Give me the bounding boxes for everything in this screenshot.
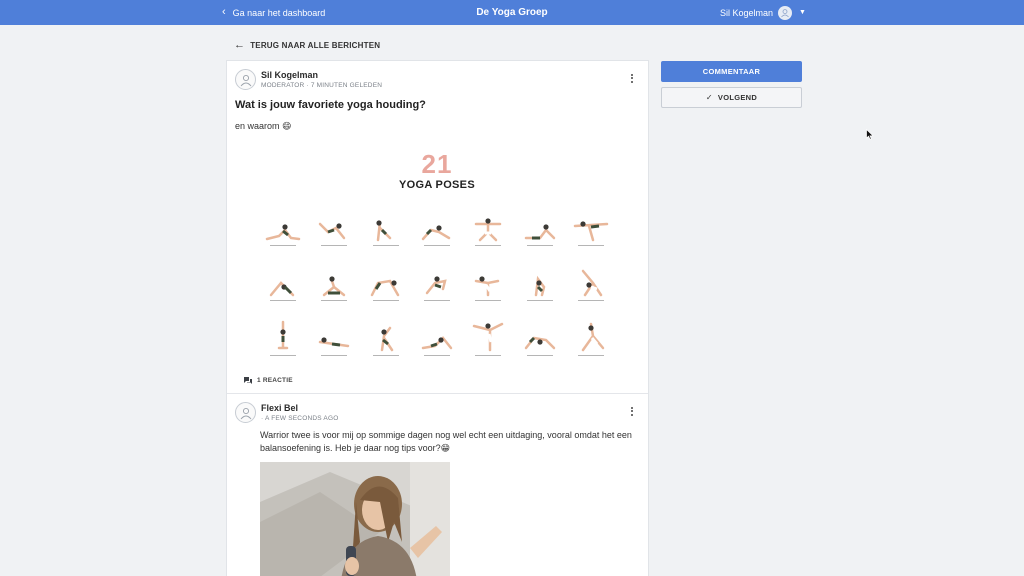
kebab-menu-icon[interactable]: [627, 71, 637, 85]
arrow-left-icon: ←: [234, 38, 246, 51]
top-bar: ‹ Ga naar het dashboard De Yoga Groep Si…: [0, 0, 1024, 25]
post-header: Sil Kogelman MODERATOR · 7 MINUTEN GELED…: [235, 69, 382, 90]
chevron-left-icon: ‹: [222, 6, 226, 18]
user-menu[interactable]: Sil Kogelman ▼: [720, 0, 806, 25]
yoga-pose-figure: [257, 256, 308, 301]
chat-bubbles-icon: [244, 377, 252, 384]
post-author-name[interactable]: Sil Kogelman: [261, 69, 382, 81]
reactions-link[interactable]: 1 REACTIE: [243, 376, 293, 385]
yoga-pose-figure: [257, 311, 308, 356]
yoga-pose-figure: [308, 256, 359, 301]
comment-author-name[interactable]: Flexi Bel: [261, 402, 338, 414]
yoga-pose-figure: [411, 256, 462, 301]
yoga-pose-figure: [360, 201, 411, 246]
comment-meta: · A FEW SECONDS AGO: [261, 415, 339, 422]
yoga-pose-figure: [566, 201, 617, 246]
user-avatar-icon[interactable]: [235, 402, 256, 423]
yoga-pose-figure: [514, 256, 565, 301]
post-card: Sil Kogelman MODERATOR · 7 MINUTEN GELED…: [226, 60, 649, 576]
follow-button-label: VOLGEND: [717, 93, 758, 102]
yoga-pose-figure: [514, 311, 565, 356]
yoga-pose-figure: [463, 311, 514, 356]
group-title: De Yoga Groep: [476, 7, 548, 18]
post-title: Wat is jouw favoriete yoga houding?: [235, 99, 426, 111]
follow-button[interactable]: ✓ VOLGEND: [661, 87, 802, 108]
comment-header: Flexi Bel · A FEW SECONDS AGO: [235, 402, 338, 423]
yoga-pose-figure: [257, 201, 308, 246]
yoga-pose-figure: [360, 311, 411, 356]
yoga-pose-figure: [411, 311, 462, 356]
yoga-pose-figure: [411, 201, 462, 246]
yoga-pose-figure: [308, 311, 359, 356]
yoga-pose-figure: [463, 256, 514, 301]
user-avatar-icon[interactable]: [235, 69, 256, 90]
check-icon: ✓: [705, 93, 713, 102]
post-meta: MODERATOR · 7 MINUTEN GELEDEN: [261, 82, 383, 89]
back-to-dashboard-link[interactable]: ‹ Ga naar het dashboard: [222, 0, 325, 25]
yoga-pose-figure: [514, 201, 565, 246]
divider: [227, 393, 648, 394]
kebab-menu-icon[interactable]: [627, 404, 637, 418]
yoga-pose-figure: [463, 201, 514, 246]
post-body: en waarom 😄: [235, 121, 292, 131]
caret-down-icon: ▼: [799, 9, 806, 16]
back-to-all-posts-label: TERUG NAAR ALLE BERICHTEN: [250, 40, 381, 50]
yoga-poses-image: 21 YOGA POSES: [247, 147, 627, 357]
yoga-pose-figure: [360, 256, 411, 301]
yoga-poses-grid: [257, 201, 617, 356]
yoga-pose-figure: [566, 256, 617, 301]
mouse-cursor-icon: [866, 129, 874, 140]
comment-text: Warrior twee is voor mij op sommige dage…: [260, 430, 632, 453]
poster-number: 21: [421, 149, 453, 179]
back-to-dashboard-label: Ga naar het dashboard: [232, 7, 326, 18]
comment-button[interactable]: COMMENTAAR: [661, 61, 802, 82]
yoga-pose-figure: [308, 201, 359, 246]
comment-photo: [260, 462, 450, 576]
back-to-all-posts-link[interactable]: ← TERUG NAAR ALLE BERICHTEN: [234, 38, 380, 52]
reactions-count: 1 REACTIE: [257, 377, 293, 384]
user-avatar-icon: [778, 5, 793, 20]
user-name: Sil Kogelman: [720, 7, 774, 18]
poster-title: YOGA POSES: [399, 179, 475, 191]
yoga-pose-figure: [566, 311, 617, 356]
